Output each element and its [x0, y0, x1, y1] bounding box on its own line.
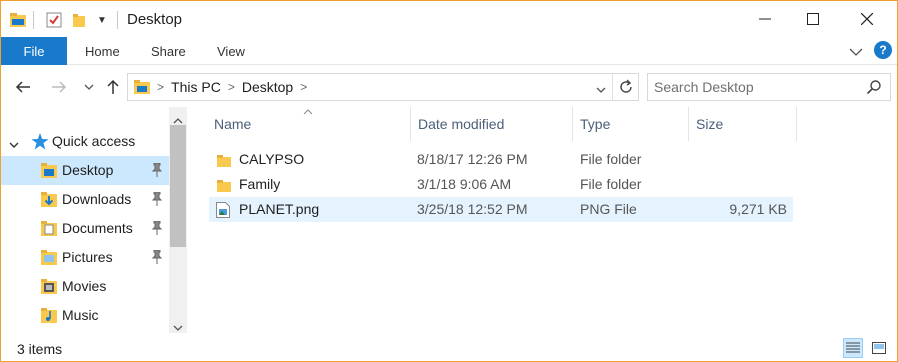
title-separator — [117, 11, 118, 29]
file-row[interactable]: PLANET.png 3/25/18 12:52 PM PNG File 9,2… — [209, 197, 793, 222]
recent-locations-chevron-icon[interactable] — [79, 77, 99, 97]
sidebar-item-label: Downloads — [62, 191, 132, 207]
new-folder-icon[interactable] — [71, 9, 87, 31]
up-arrow-icon[interactable] — [103, 77, 123, 97]
sidebar-item-downloads[interactable]: Downloads — [1, 185, 169, 214]
file-date: 3/1/18 9:06 AM — [417, 176, 512, 192]
window-title: Desktop — [127, 11, 183, 28]
breadcrumb-this-pc[interactable]: This PC — [171, 79, 221, 95]
forward-arrow-icon[interactable] — [49, 77, 69, 97]
pictures-folder-icon — [41, 250, 57, 268]
maximize-button[interactable] — [789, 1, 837, 37]
file-row[interactable]: Family 3/1/18 9:06 AM File folder — [209, 172, 793, 197]
file-name: CALYPSO — [239, 151, 305, 167]
sidebar-item-label: Pictures — [62, 249, 113, 265]
file-type: File folder — [580, 151, 642, 167]
pin-icon[interactable] — [151, 249, 163, 267]
close-button[interactable] — [843, 1, 891, 37]
ribbon: File Home Share View ? — [1, 37, 897, 65]
address-divider — [612, 74, 613, 100]
file-type: PNG File — [580, 201, 637, 217]
column-header-name[interactable]: Name — [207, 107, 411, 141]
sidebar-item-label: Quick access — [52, 133, 136, 149]
scrollbar-thumb[interactable] — [170, 125, 186, 247]
minimize-button[interactable] — [741, 1, 789, 37]
help-icon[interactable]: ? — [874, 41, 892, 59]
expand-ribbon-chevron-icon[interactable] — [849, 44, 863, 60]
sidebar-item-label: Music — [62, 307, 99, 323]
folder-icon — [217, 179, 231, 195]
large-icons-view-button[interactable] — [869, 338, 889, 358]
file-size: 9,271 KB — [729, 201, 787, 217]
column-header-size[interactable]: Size — [689, 107, 797, 141]
breadcrumb-separator-icon[interactable]: > — [300, 80, 307, 94]
sidebar-item-label: Desktop — [62, 162, 114, 178]
movies-folder-icon — [41, 279, 57, 297]
breadcrumb-separator-icon[interactable]: > — [157, 80, 164, 94]
properties-icon[interactable] — [45, 9, 63, 31]
address-history-chevron-icon[interactable] — [596, 81, 606, 97]
address-bar[interactable]: > This PC > Desktop > — [127, 73, 639, 101]
sidebar-item-label: Documents — [62, 220, 133, 236]
folder-icon — [217, 154, 231, 170]
tab-home[interactable]: Home — [85, 44, 120, 59]
star-icon — [31, 133, 49, 153]
downloads-folder-icon — [41, 192, 57, 210]
file-name: Family — [239, 176, 281, 192]
music-folder-icon — [41, 308, 57, 326]
pin-icon[interactable] — [151, 162, 163, 180]
explorer-app-icon[interactable] — [9, 9, 27, 31]
sidebar-item-label: Movies — [62, 278, 107, 294]
sidebar-item-music[interactable]: Music — [1, 301, 169, 330]
sidebar-item-quick-access[interactable]: Quick access — [1, 127, 169, 156]
details-view-button[interactable] — [843, 338, 863, 358]
desktop-folder-icon — [41, 163, 57, 181]
customize-qat-dropdown-icon[interactable]: ▼ — [97, 9, 107, 31]
sidebar-item-pictures[interactable]: Pictures — [1, 243, 169, 272]
file-type: File folder — [580, 176, 642, 192]
navigation-bar: > This PC > Desktop > Search Desktop — [1, 65, 897, 107]
search-input[interactable]: Search Desktop — [647, 73, 891, 101]
pin-icon[interactable] — [151, 220, 163, 238]
sidebar-item-documents[interactable]: Documents — [1, 214, 169, 243]
documents-folder-icon — [41, 221, 57, 239]
file-row[interactable]: CALYPSO 8/18/17 12:26 PM File folder — [209, 147, 793, 172]
breadcrumb-separator-icon[interactable]: > — [228, 80, 235, 94]
scroll-down-arrow-icon[interactable] — [173, 319, 183, 335]
expand-chevron-icon[interactable] — [9, 136, 19, 152]
file-date: 3/25/18 12:52 PM — [417, 201, 528, 217]
sidebar-item-desktop[interactable]: Desktop — [1, 156, 169, 185]
breadcrumb-desktop[interactable]: Desktop — [242, 79, 293, 95]
search-placeholder: Search Desktop — [654, 79, 754, 95]
title-separator — [33, 11, 34, 29]
column-header-date-modified[interactable]: Date modified — [411, 107, 573, 141]
tab-view[interactable]: View — [217, 44, 245, 59]
column-header-type[interactable]: Type — [573, 107, 689, 141]
sidebar-item-movies[interactable]: Movies — [1, 272, 169, 301]
navigation-pane: Quick access Desktop Downloads Documents… — [1, 107, 187, 333]
file-list: Name Date modified Type Size CALYPSO 8/1… — [187, 107, 897, 333]
search-icon[interactable] — [866, 79, 882, 98]
explorer-window: ▼ Desktop File Home Share View ? > This … — [0, 0, 898, 362]
tab-share[interactable]: Share — [151, 44, 186, 59]
back-arrow-icon[interactable] — [13, 77, 33, 97]
this-pc-folder-icon — [134, 80, 150, 94]
tab-file[interactable]: File — [1, 37, 67, 65]
status-item-count: 3 items — [17, 341, 63, 357]
navigation-scrollbar[interactable] — [169, 107, 187, 333]
file-name: PLANET.png — [239, 201, 320, 217]
file-date: 8/18/17 12:26 PM — [417, 151, 528, 167]
pin-icon[interactable] — [151, 191, 163, 209]
image-file-icon — [216, 202, 230, 221]
refresh-icon[interactable] — [618, 79, 634, 98]
title-bar: ▼ Desktop — [1, 1, 897, 37]
